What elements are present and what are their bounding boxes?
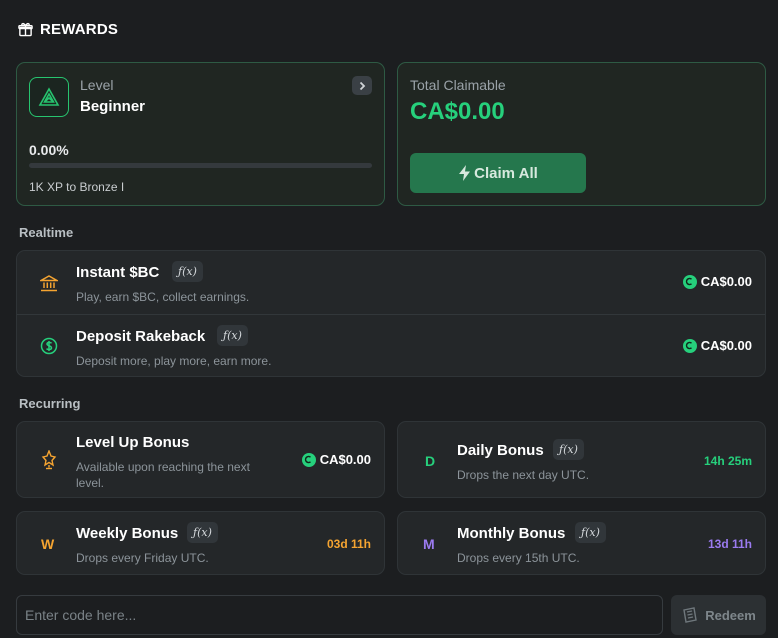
redeem-button[interactable]: Redeem	[671, 595, 766, 635]
daily-bonus-timer: 14h 25m	[703, 454, 752, 468]
level-up-bonus-amount-value: CA$0.00	[319, 452, 371, 467]
bc-coin-icon	[301, 452, 316, 467]
redeem-label: Redeem	[705, 607, 756, 623]
monthly-bonus-timer: 13d 11h	[707, 537, 752, 551]
daily-bonus-title: Daily Bonus	[457, 442, 544, 459]
deposit-rakeback-amount: CA$0.00	[682, 338, 752, 353]
gift-icon	[18, 22, 33, 37]
claimable-label: Total Claimable	[410, 77, 506, 93]
promo-code-input[interactable]	[16, 595, 663, 635]
weekly-bonus-timer: 03d 11h	[326, 537, 371, 551]
deposit-rakeback-amount-value: CA$0.00	[700, 338, 752, 353]
claimable-card: Total Claimable CA$0.00 Claim All	[397, 62, 766, 206]
lightning-icon	[459, 165, 471, 181]
level-up-bonus-subtitle: Available upon reaching the next level.	[76, 460, 250, 490]
dollar-circle-icon	[38, 335, 60, 357]
weekly-bonus-icon: W	[41, 536, 55, 552]
chevron-right-icon	[359, 81, 366, 90]
deposit-rakeback-title: Deposit Rakeback	[76, 328, 206, 345]
level-label: Level	[80, 77, 114, 93]
page-title: REWARDS	[40, 20, 119, 38]
ticket-icon	[683, 607, 698, 623]
formula-info-button[interactable]: ƒ(x)	[575, 522, 606, 543]
instant-bc-amount-value: CA$0.00	[700, 274, 752, 289]
bc-coin-icon	[682, 274, 697, 289]
bank-icon	[38, 272, 60, 294]
claim-all-label: Claim All	[474, 164, 538, 182]
instant-bc-subtitle: Play, earn $BC, collect earnings.	[76, 290, 250, 304]
deposit-rakeback-subtitle: Deposit more, play more, earn more.	[76, 354, 272, 368]
formula-info-button[interactable]: ƒ(x)	[187, 522, 218, 543]
formula-info-button[interactable]: ƒ(x)	[172, 261, 203, 282]
realtime-section-title: Realtime	[19, 225, 74, 240]
recurring-section-title: Recurring	[19, 396, 81, 411]
list-item-deposit-rakeback[interactable]: Deposit Rakeback ƒ(x) Deposit more, play…	[17, 314, 765, 377]
daily-bonus-icon: D	[425, 453, 436, 469]
page-header: REWARDS	[18, 18, 118, 40]
monthly-bonus-card[interactable]: M Monthly Bonus ƒ(x) Drops every 15th UT…	[397, 511, 766, 575]
level-name: Beginner	[80, 98, 146, 115]
level-details-button[interactable]	[352, 76, 372, 95]
level-badge-icon	[29, 77, 69, 117]
list-item-instant-bc[interactable]: Instant $BC ƒ(x) Play, earn $BC, collect…	[17, 251, 765, 314]
instant-bc-title: Instant $BC	[76, 264, 160, 281]
formula-info-button[interactable]: ƒ(x)	[553, 439, 584, 460]
level-card: Level Beginner 0.00% 1K XP to Bronze I	[16, 62, 385, 206]
daily-bonus-card[interactable]: D Daily Bonus ƒ(x) Drops the next day UT…	[397, 421, 766, 498]
level-up-bonus-amount: CA$0.00	[301, 452, 371, 467]
daily-bonus-subtitle: Drops the next day UTC.	[457, 468, 590, 482]
instant-bc-amount: CA$0.00	[682, 274, 752, 289]
monthly-bonus-title: Monthly Bonus	[457, 525, 566, 542]
level-progress-percent: 0.00%	[29, 142, 69, 158]
xp-remaining-text: 1K XP to Bronze I	[29, 180, 125, 194]
trophy-icon	[38, 449, 60, 471]
claim-all-button[interactable]: Claim All	[410, 153, 586, 193]
level-up-bonus-card[interactable]: Level Up Bonus Available upon reaching t…	[16, 421, 385, 498]
bc-coin-icon	[682, 338, 697, 353]
level-progress-bar	[29, 163, 372, 168]
monthly-bonus-subtitle: Drops every 15th UTC.	[457, 551, 580, 565]
monthly-bonus-icon: M	[423, 536, 435, 552]
level-up-bonus-title: Level Up Bonus	[76, 434, 190, 451]
realtime-list: Instant $BC ƒ(x) Play, earn $BC, collect…	[16, 250, 766, 377]
claimable-amount: CA$0.00	[410, 98, 505, 125]
weekly-bonus-title: Weekly Bonus	[76, 525, 179, 542]
weekly-bonus-subtitle: Drops every Friday UTC.	[76, 551, 209, 565]
formula-info-button[interactable]: ƒ(x)	[217, 325, 248, 346]
weekly-bonus-card[interactable]: W Weekly Bonus ƒ(x) Drops every Friday U…	[16, 511, 385, 575]
